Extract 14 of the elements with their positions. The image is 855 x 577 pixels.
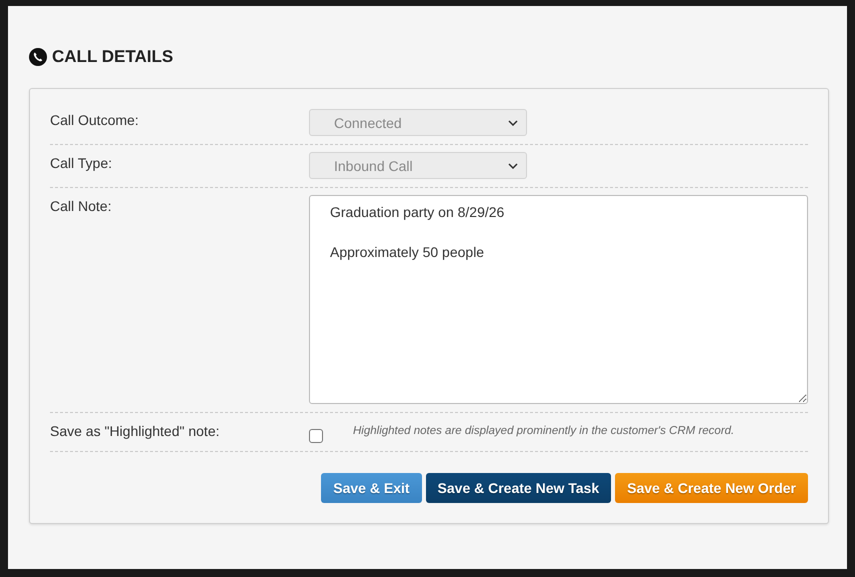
phone-icon <box>29 48 47 66</box>
chevron-icon <box>508 162 518 168</box>
save-button[interactable]: Save & Create New Order <box>615 473 808 503</box>
field-label: Call Outcome: <box>50 111 140 130</box>
checkbox[interactable] <box>309 429 323 443</box>
section-title: CALL DETAILS <box>52 47 174 67</box>
chevron-icon <box>508 120 518 126</box>
field-label: Save as "Highlighted" note: <box>50 422 220 441</box>
field-label: Call Type: <box>50 154 113 173</box>
save-button[interactable]: Save & Exit <box>321 473 422 503</box>
save-button[interactable]: Save & Create New Task <box>426 473 612 503</box>
hint-text: Highlighted notes are displayed prominently in the customer's CRM record. <box>353 425 734 437</box>
field-label: Call Note: <box>50 197 112 216</box>
note-field[interactable]: Graduation party on 8/29/26 Approximately 50 people <box>309 195 808 404</box>
